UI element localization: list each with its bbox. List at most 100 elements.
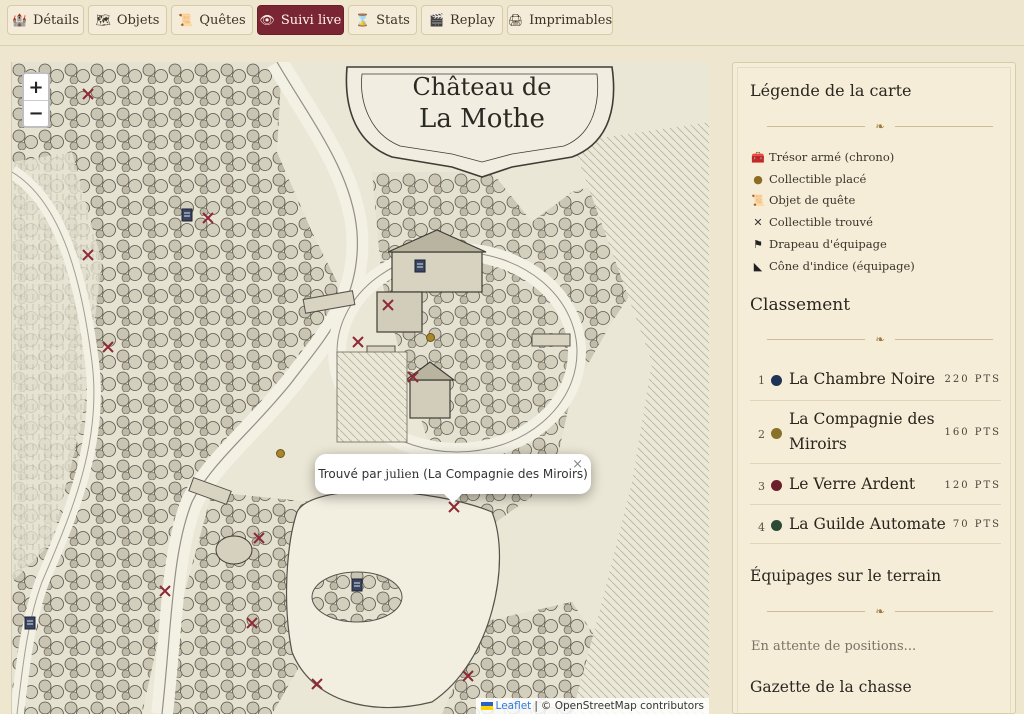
found-collectible-icon[interactable] xyxy=(158,584,172,598)
film-icon: 🎬 xyxy=(428,13,444,27)
team-color-dot xyxy=(771,520,782,531)
found-collectible-icon[interactable] xyxy=(101,340,115,354)
popup-prefix: Trouvé par xyxy=(318,467,386,481)
found-collectible-icon[interactable] xyxy=(381,298,395,312)
tab-suivi-live[interactable]: 👁 Suivi live xyxy=(257,5,344,35)
cross-icon: ✕ xyxy=(753,215,763,229)
team-name: La Guilde Automate xyxy=(789,515,946,533)
popup-team: (La Compagnie des Miroirs) xyxy=(419,467,588,481)
tab-stats[interactable]: ⌛ Stats xyxy=(348,5,417,35)
fleuron-icon: ❧ xyxy=(875,604,885,618)
chest-icon: 🧰 xyxy=(751,150,765,164)
rank-number: 1 xyxy=(758,374,765,387)
collectible-dot-icon: ● xyxy=(753,172,763,186)
castle-icon: 🏰 xyxy=(11,13,27,27)
tab-imprimables[interactable]: 🖨 Imprimables xyxy=(507,5,613,35)
quest-object-icon[interactable] xyxy=(414,259,426,273)
found-collectible-icon[interactable] xyxy=(351,335,365,349)
ornament-divider: ❧ xyxy=(767,604,993,618)
printer-icon: 🖨 xyxy=(507,13,524,27)
ranking-row[interactable]: 3 Le Verre Ardent 120 PTS xyxy=(750,465,1001,505)
legend-label: Trésor armé (chrono) xyxy=(769,150,895,164)
tab-bar: 🏰 Détails 🗺 Objets 📜 Quêtes 👁 Suivi live… xyxy=(0,0,1024,46)
gazette-title: Gazette de la chasse xyxy=(750,678,912,696)
map-attribution: Leaflet | © OpenStreetMap contributors xyxy=(475,698,709,714)
scroll-icon: 📜 xyxy=(751,193,765,207)
rank-number: 3 xyxy=(758,480,765,493)
team-name-continued: Miroirs xyxy=(789,435,847,453)
osm-attribution[interactable]: © OpenStreetMap contributors xyxy=(541,700,704,712)
map-title-line2: La Mothe xyxy=(419,104,545,134)
tab-quetes[interactable]: 📜 Quêtes xyxy=(171,5,253,35)
legend-item-crew-flag: ⚑ Drapeau d'équipage xyxy=(751,237,887,251)
legend-label: Cône d'indice (équipage) xyxy=(769,259,915,273)
tab-label: Quêtes xyxy=(199,12,246,28)
map-illustration: Château de La Mothe xyxy=(12,62,709,714)
found-collectible-icon[interactable] xyxy=(310,677,324,691)
legend-item-armed-treasure: 🧰 Trésor armé (chrono) xyxy=(751,150,894,164)
tab-label: Détails xyxy=(32,12,80,28)
found-collectible-icon[interactable] xyxy=(81,248,95,262)
marker-popup: Trouvé par julien (La Compagnie des Miro… xyxy=(315,454,591,503)
legend-label: Objet de quête xyxy=(769,193,856,207)
popup-text: Trouvé par julien (La Compagnie des Miro… xyxy=(318,467,588,481)
legend-item-hint-cone: ◣ Cône d'indice (équipage) xyxy=(751,259,915,273)
live-map[interactable]: Château de La Mothe + − Trouvé par julie… xyxy=(11,62,709,714)
leaflet-link[interactable]: Leaflet xyxy=(496,700,532,712)
team-points: 220 PTS xyxy=(944,374,1001,385)
hourglass-icon: ⌛ xyxy=(355,13,371,27)
popup-close-button[interactable]: × xyxy=(572,457,583,472)
tab-label: Replay xyxy=(449,12,495,28)
tab-replay[interactable]: 🎬 Replay xyxy=(421,5,503,35)
team-points: 160 PTS xyxy=(944,427,1001,438)
team-color-dot xyxy=(771,480,782,491)
crews-title: Équipages sur le terrain xyxy=(750,567,942,585)
found-collectible-icon[interactable] xyxy=(461,669,475,683)
quest-object-icon[interactable] xyxy=(351,578,363,592)
crews-status: En attente de positions... xyxy=(751,639,917,654)
found-collectible-icon[interactable] xyxy=(252,531,266,545)
map-icon: 🗺 xyxy=(95,13,111,27)
tab-label: Stats xyxy=(376,12,410,28)
fleuron-icon: ❧ xyxy=(875,119,885,133)
popup-finder: julien xyxy=(385,467,420,481)
legend-item-quest-object: 📜 Objet de quête xyxy=(751,193,855,207)
tab-label: Suivi live xyxy=(280,12,342,28)
ukraine-flag-icon xyxy=(480,702,493,710)
placed-collectible-icon[interactable] xyxy=(276,449,285,458)
zoom-out-button[interactable]: − xyxy=(24,100,48,126)
ranking-row[interactable]: 4 La Guilde Automate 70 PTS xyxy=(750,506,1001,544)
quest-object-icon[interactable] xyxy=(24,616,36,630)
ranking-row[interactable]: 2 La Compagnie des Miroirs 160 PTS xyxy=(750,402,1001,464)
quest-object-icon[interactable] xyxy=(181,208,193,222)
tab-label: Objets xyxy=(116,12,160,28)
legend-label: Collectible placé xyxy=(769,172,867,186)
found-collectible-icon[interactable] xyxy=(245,616,259,630)
team-points: 70 PTS xyxy=(952,519,1001,530)
tab-objets[interactable]: 🗺 Objets xyxy=(88,5,167,35)
team-name: La Chambre Noire xyxy=(789,370,936,388)
flag-icon: ⚑ xyxy=(753,237,763,251)
legend-item-placed-collectible: ● Collectible placé xyxy=(751,172,866,186)
found-collectible-icon[interactable] xyxy=(201,211,215,225)
placed-collectible-icon[interactable] xyxy=(426,333,435,342)
legend-title: Légende de la carte xyxy=(750,81,912,100)
legend-item-found-collectible: ✕ Collectible trouvé xyxy=(751,215,873,229)
attribution-separator: | xyxy=(534,700,538,712)
team-color-dot xyxy=(771,428,782,439)
scroll-icon: 📜 xyxy=(178,13,194,27)
rank-number: 4 xyxy=(758,521,765,534)
ornament-divider: ❧ xyxy=(767,119,993,133)
found-collectible-icon[interactable] xyxy=(81,87,95,101)
tab-label: Imprimables xyxy=(529,12,613,28)
ornament-divider: ❧ xyxy=(767,332,993,346)
rank-number: 2 xyxy=(758,428,765,441)
sidebar: Légende de la carte ❧ 🧰 Trésor armé (chr… xyxy=(732,62,1016,714)
popup-tip xyxy=(443,493,463,503)
found-collectible-icon[interactable] xyxy=(406,370,420,384)
team-name: La Compagnie des xyxy=(789,410,935,428)
ranking-row[interactable]: 1 La Chambre Noire 220 PTS xyxy=(750,361,1001,401)
team-color-dot xyxy=(771,375,782,386)
tab-details[interactable]: 🏰 Détails xyxy=(7,5,84,35)
zoom-in-button[interactable]: + xyxy=(24,74,48,100)
